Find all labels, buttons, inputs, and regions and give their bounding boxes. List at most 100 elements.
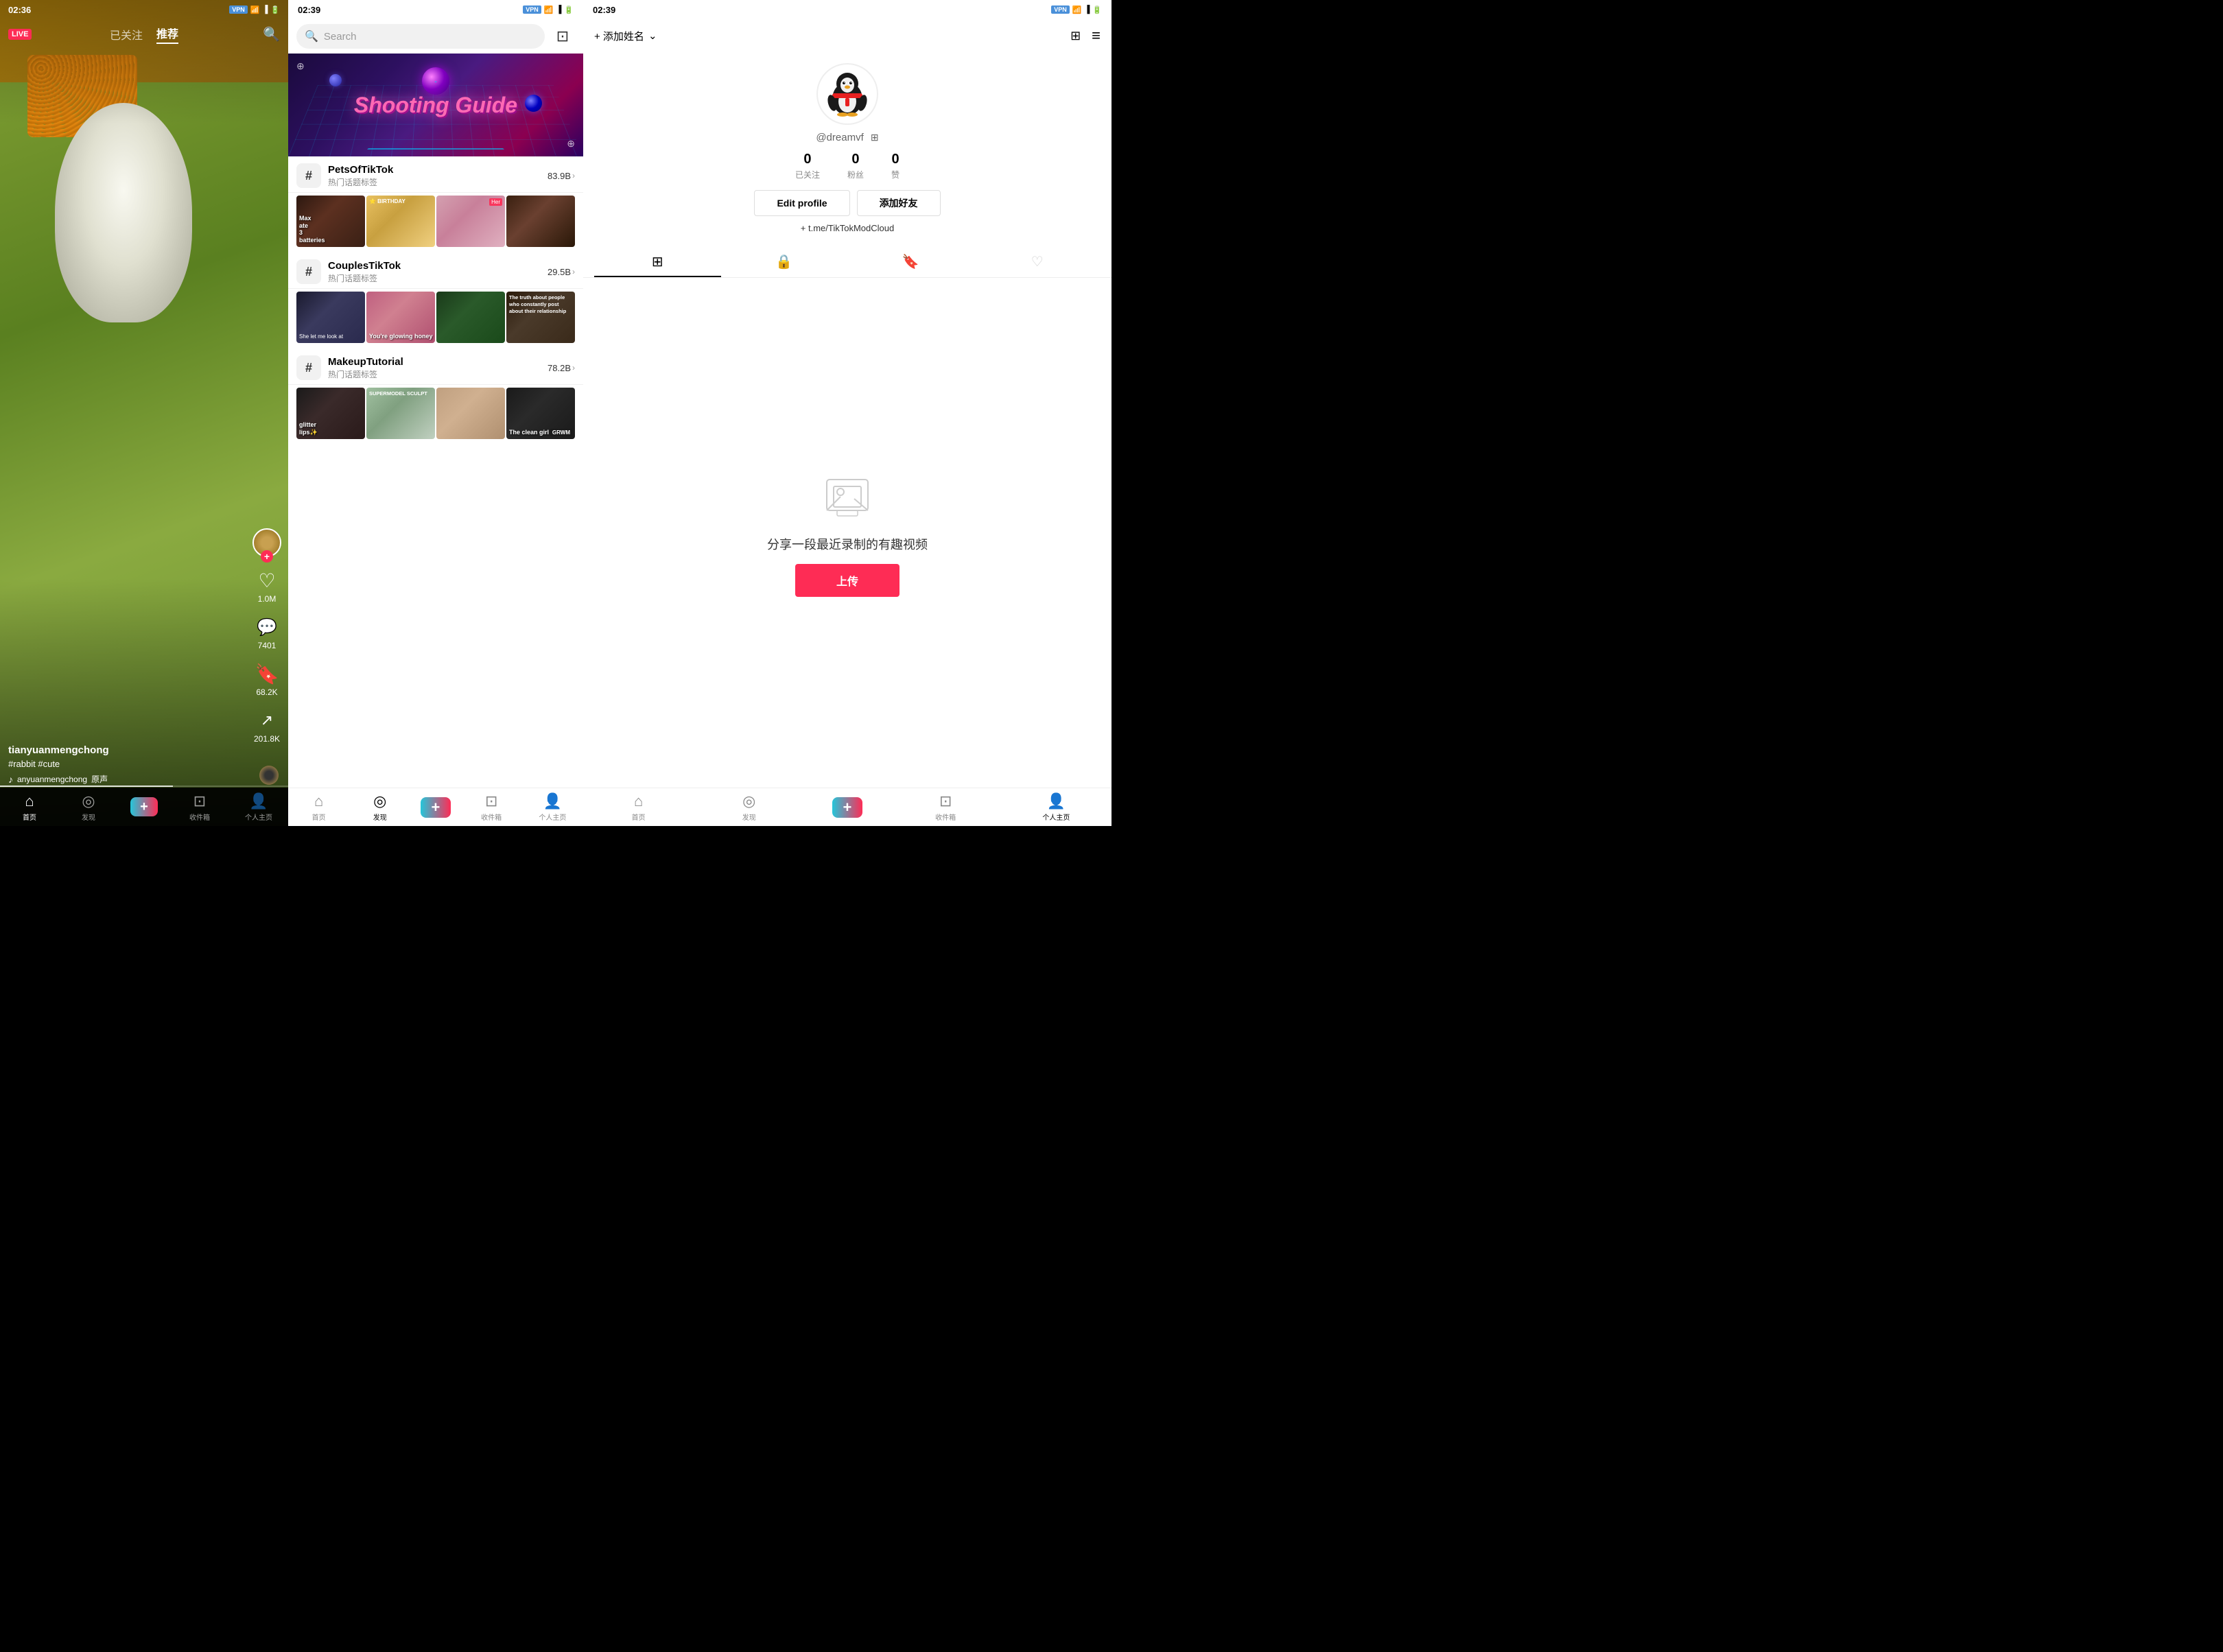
tab-recommended[interactable]: 推荐 [156, 25, 178, 44]
feed-nav-home[interactable]: ⌂ 首页 [12, 792, 47, 822]
profile-avatar [816, 63, 878, 125]
tab-liked[interactable]: 🔖 [847, 247, 974, 277]
feed-nav-profile[interactable]: 👤 个人主页 [242, 792, 276, 822]
person-icon: 👤 [249, 792, 268, 810]
creator-avatar-wrap[interactable]: + [252, 528, 281, 557]
upload-button[interactable]: 上传 [795, 564, 899, 597]
compass-icon: ◎ [82, 792, 95, 810]
share-action[interactable]: ↗ 201.8K [254, 708, 280, 744]
hashtag-icon-pets: # [296, 163, 321, 188]
hashtag-name-couples: CouplesTikTok [328, 260, 548, 272]
search-bottom-nav: ⌂ 首页 ◎ 发现 + ⊡ 收件箱 👤 个人主页 [288, 788, 583, 826]
hashtag-icon-couples: # [296, 259, 321, 284]
hashtag-count-couples: 29.5B › [548, 267, 575, 277]
penguin-icon [823, 70, 871, 118]
search-button[interactable]: 🔍 [263, 26, 280, 43]
hashtag-info-makeup: MakeupTutorial 热门话题标签 [328, 356, 548, 380]
profile-share-icon[interactable]: ⊞ [1070, 29, 1081, 43]
music-note-icon: ♪ [8, 774, 13, 785]
search-bar-row: 🔍 Search ⊡ [288, 19, 583, 54]
photo-placeholder-icon [823, 473, 871, 521]
search-vpn-badge: VPN [523, 5, 541, 14]
chevron-right-icon-2: › [572, 267, 575, 276]
music-name: anyuanmengchong [17, 775, 87, 784]
tab-locked[interactable]: 🔒 [721, 247, 848, 277]
following-stat[interactable]: 0 已关注 [795, 152, 820, 180]
search-panel: 02:39 VPN 📶 ▐ 🔋 🔍 Search ⊡ ⊕ ⊕ [288, 0, 583, 826]
followers-stat[interactable]: 0 粉丝 [847, 152, 864, 180]
follow-plus-icon[interactable]: + [261, 550, 273, 563]
wifi-icon: ▐ [263, 5, 268, 14]
profile-battery: 🔋 [1092, 5, 1102, 14]
comment-icon: 💬 [255, 615, 279, 639]
feed-nav-inbox[interactable]: ⊡ 收件箱 [183, 792, 217, 822]
search-status-bar: 02:39 VPN 📶 ▐ 🔋 [288, 0, 583, 19]
search-nav-inbox[interactable]: ⊡ 收件箱 [471, 792, 512, 822]
search-nav-discover[interactable]: ◎ 发现 [360, 792, 401, 822]
bookmark-action[interactable]: 🔖 68.2K [255, 661, 279, 697]
thumb-grwm-label: GRWM [550, 429, 572, 436]
profile-wifi: ▐ [1085, 5, 1090, 14]
hashtag-row-makeup[interactable]: # MakeupTutorial 热门话题标签 78.2B › [288, 349, 583, 385]
thumb-couples-2: You're glowing honey [366, 292, 435, 343]
likes-label: 赞 [891, 169, 899, 180]
search-nav-home[interactable]: ⌂ 首页 [298, 792, 340, 822]
qr-small-icon[interactable]: ⊞ [871, 132, 879, 143]
hashtag-row-pets[interactable]: # PetsOfTikTok 热门话题标签 83.9B › [288, 156, 583, 193]
profile-link[interactable]: + t.me/TikTokModCloud [801, 223, 894, 233]
search-nav-plus[interactable]: + [421, 797, 451, 818]
search-nav-profile[interactable]: 👤 个人主页 [532, 792, 573, 822]
followers-count: 0 [851, 152, 859, 167]
inbox-icon: ⊡ [193, 792, 206, 810]
profile-nav-discover[interactable]: ◎ 发现 [722, 792, 777, 822]
add-friend-button[interactable]: 添加好友 [857, 190, 941, 216]
music-disc [259, 766, 279, 785]
music-suffix: 原声 [91, 773, 108, 785]
profile-panel: 02:39 VPN 📶 ▐ 🔋 + 添加姓名 ⌄ ⊞ ≡ [583, 0, 1112, 826]
profile-nav-inbox[interactable]: ⊡ 收件箱 [918, 792, 973, 822]
feed-progress-fill [0, 786, 173, 787]
like-action[interactable]: ♡ 1.0M [255, 568, 279, 604]
feed-time: 02:36 [8, 5, 31, 15]
profile-topbar: + 添加姓名 ⌄ ⊞ ≡ [583, 19, 1112, 52]
feed-top-nav: LIVE 已关注 推荐 🔍 [0, 19, 288, 49]
s-inbox-icon: ⊡ [485, 792, 497, 810]
hashtag-count-pets: 83.9B › [548, 171, 575, 181]
tab-heart[interactable]: ♡ [974, 247, 1101, 277]
following-count: 0 [803, 152, 811, 167]
thumb-couples-3 [436, 292, 505, 343]
search-content: ⊕ ⊕ Shooting Guide # PetsOfTikTok 热门话题标签… [288, 54, 583, 788]
thumb-makeup-4: The clean girl GRWM [506, 388, 575, 439]
bookmark-tab-icon: 🔖 [902, 253, 919, 270]
thumb-her-badge: Her [489, 198, 502, 206]
search-input-wrap[interactable]: 🔍 Search [296, 24, 545, 49]
profile-action-buttons: Edit profile 添加好友 [754, 190, 940, 216]
hashtag-icon-makeup: # [296, 355, 321, 380]
thumb-couples-label-1: She let me look at [299, 333, 343, 340]
feed-nav-discover[interactable]: ◎ 发现 [71, 792, 106, 822]
add-name-button[interactable]: + 添加姓名 ⌄ [594, 29, 657, 43]
feed-nav-plus[interactable]: + [130, 797, 158, 816]
feed-status-icons: VPN 📶 ▐ 🔋 [229, 5, 280, 14]
shooting-guide-banner: ⊕ ⊕ Shooting Guide [288, 54, 583, 156]
profile-nav-home[interactable]: ⌂ 首页 [611, 792, 666, 822]
profile-nav-me[interactable]: 👤 个人主页 [1028, 792, 1083, 822]
profile-nav-plus[interactable]: + [832, 797, 862, 818]
likes-stat[interactable]: 0 赞 [891, 152, 899, 180]
battery-icon: 🔋 [270, 5, 280, 14]
profile-main: @dreamvf ⊞ 0 已关注 0 粉丝 0 赞 Edit profile 添… [583, 52, 1112, 247]
feed-status-bar: 02:36 VPN 📶 ▐ 🔋 [0, 0, 288, 19]
hashtag-row-couples[interactable]: # CouplesTikTok 热门话题标签 29.5B › [288, 252, 583, 289]
thumb-makeup-3 [436, 388, 505, 439]
banner-tiktok-logo-right: ⊕ [567, 138, 575, 150]
tab-videos[interactable]: ⊞ [594, 247, 721, 277]
profile-menu-icon[interactable]: ≡ [1092, 27, 1101, 45]
bookmark-icon: 🔖 [255, 661, 279, 686]
thumb-supermodel-label: SUPERMODEL SCULPT [369, 390, 427, 397]
edit-profile-button[interactable]: Edit profile [754, 190, 849, 216]
qr-scan-button[interactable]: ⊡ [550, 24, 575, 49]
lock-icon: 🔒 [775, 253, 792, 270]
tab-following[interactable]: 已关注 [110, 26, 143, 43]
banner-tiktok-logo-left: ⊕ [296, 60, 305, 72]
comment-action[interactable]: 💬 7401 [255, 615, 279, 650]
